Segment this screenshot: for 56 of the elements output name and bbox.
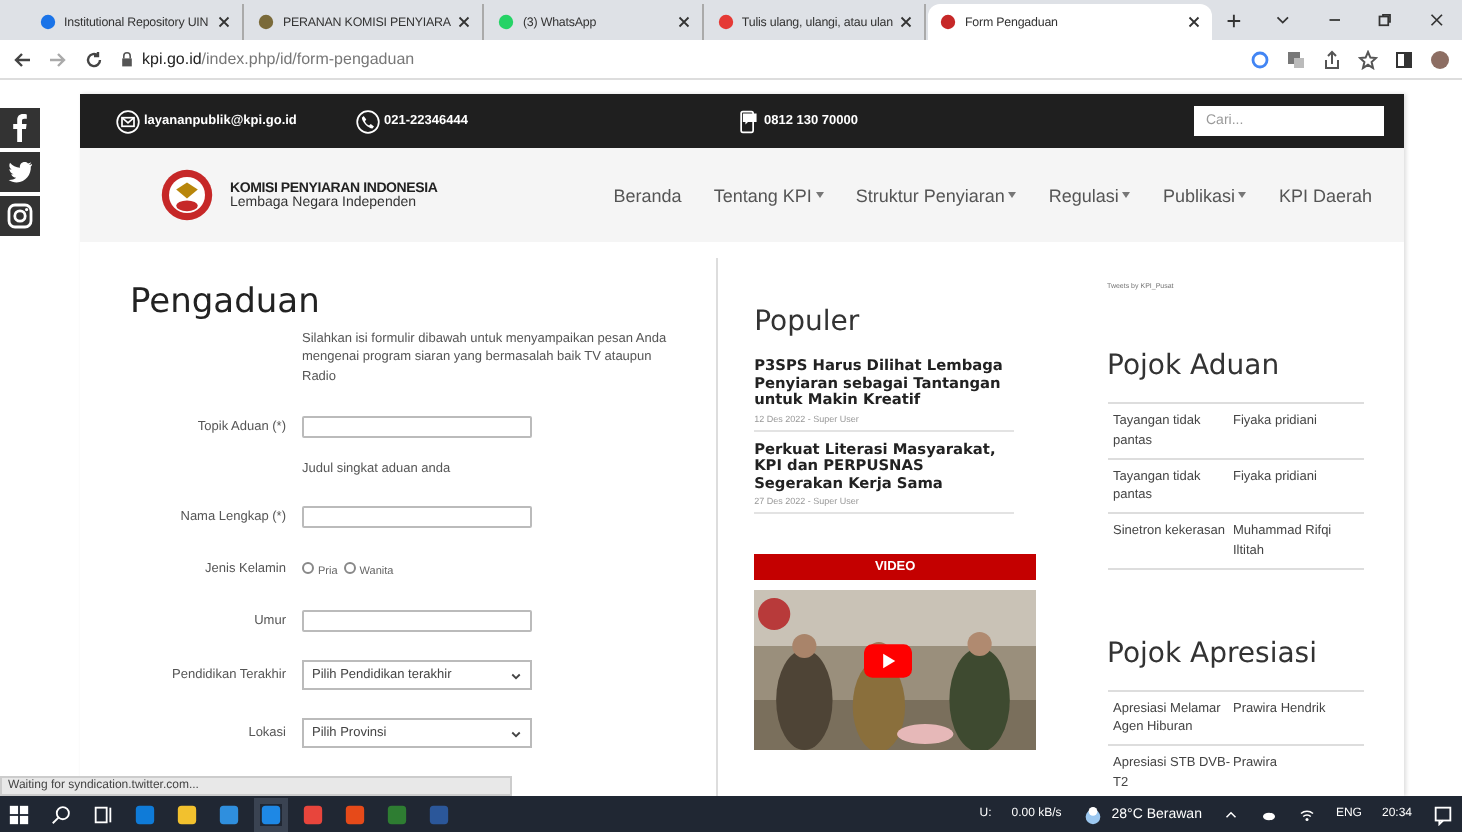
section-title: Pojok Aduan: [1107, 350, 1282, 382]
nav-link[interactable]: Beranda: [613, 185, 682, 205]
close-icon[interactable]: [458, 16, 471, 28]
favicon-icon: [940, 14, 957, 30]
favicon-icon: [258, 14, 275, 30]
favicon-icon: [40, 14, 56, 30]
input-field[interactable]: [302, 505, 532, 528]
taskbar-app-icon[interactable]: [344, 803, 366, 825]
nav-link[interactable]: Regulasi: [1048, 185, 1131, 205]
radio-button[interactable]: [302, 562, 314, 575]
search-icon[interactable]: [50, 803, 72, 825]
envelope-icon: [116, 109, 140, 133]
close-icon[interactable]: [677, 16, 690, 28]
wifi-icon[interactable]: [1297, 805, 1316, 823]
chevron-down-icon: [510, 669, 522, 682]
reload-icon[interactable]: [84, 49, 104, 69]
camera-icon[interactable]: [0, 196, 40, 236]
favicon-icon: [717, 14, 734, 30]
nav-link[interactable]: Tentang KPI: [713, 185, 824, 205]
task-view-icon[interactable]: [92, 803, 114, 825]
facebook-icon[interactable]: [0, 108, 40, 148]
phone-icon: [356, 109, 380, 133]
chevron-down-icon: [510, 727, 522, 740]
input-field[interactable]: [302, 415, 532, 438]
taskbar-app-icon[interactable]: [218, 803, 240, 825]
favicon-icon: [498, 14, 515, 30]
share-icon[interactable]: [1322, 49, 1342, 69]
close-icon[interactable]: [900, 16, 913, 28]
input-field[interactable]: [302, 609, 532, 632]
play-button-icon[interactable]: [864, 644, 913, 679]
back-icon[interactable]: [12, 49, 32, 69]
address-bar[interactable]: kpi.go.id/index.php/id/form-pengaduan: [120, 44, 1234, 74]
windows-start-icon[interactable]: [8, 803, 30, 825]
notification-icon[interactable]: [1432, 803, 1454, 825]
taskbar-app-icon[interactable]: [302, 803, 324, 825]
close-icon[interactable]: [1428, 10, 1446, 30]
lock-icon: [120, 51, 134, 67]
nav-link[interactable]: Publikasi: [1162, 185, 1247, 205]
section-title: Pojok Apresiasi: [1107, 637, 1319, 669]
mobile-chat-icon: [736, 109, 760, 133]
new-tab-icon[interactable]: [1226, 12, 1242, 30]
close-icon[interactable]: [218, 16, 231, 28]
page-title: Pengaduan: [130, 282, 322, 322]
logo-icon: [160, 168, 214, 222]
close-icon[interactable]: [1188, 16, 1201, 28]
radio-button[interactable]: [343, 562, 356, 575]
avatar-icon[interactable]: [1430, 49, 1450, 69]
weather-icon[interactable]: [1081, 803, 1104, 825]
star-icon[interactable]: [1358, 49, 1378, 69]
nav-link[interactable]: Struktur Penyiaran: [855, 185, 1017, 205]
restore-icon[interactable]: [1376, 10, 1395, 30]
bird-icon[interactable]: [0, 152, 40, 192]
sidebar-icon[interactable]: [1394, 49, 1414, 69]
taskbar-app-icon[interactable]: [176, 803, 198, 825]
section-title: Populer: [754, 306, 862, 338]
nav-link[interactable]: KPI Daerah: [1278, 185, 1372, 205]
